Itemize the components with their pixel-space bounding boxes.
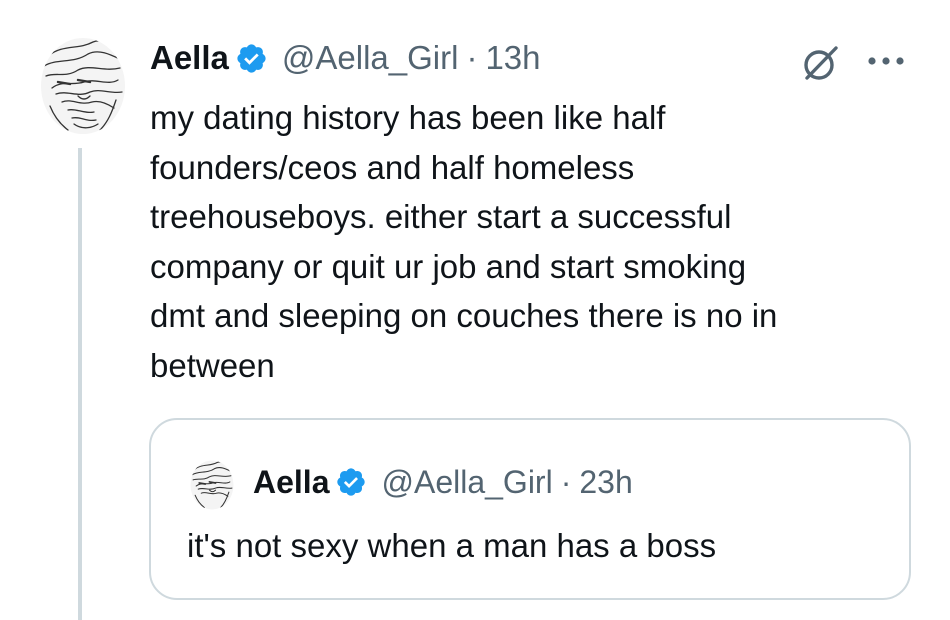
separator-dot: · [466,39,478,76]
quoted-tweet-header: Aella @Aella_Girl · 23h [253,460,633,504]
author-name[interactable]: Aella [150,36,229,80]
quoted-author-name[interactable]: Aella [253,460,329,504]
grok-icon[interactable] [800,42,842,84]
quoted-author-handle[interactable]: @Aella_Girl [381,460,552,504]
author-avatar[interactable] [38,36,128,136]
quoted-author-avatar [190,460,234,510]
verified-badge-icon [337,468,366,496]
tweet-timestamp[interactable]: 13h [485,36,540,80]
tweet-text: my dating history has been like half fou… [150,99,778,384]
tweet-header: Aella @Aella_Girl · 13h [150,36,541,80]
tweet-thread: Aella @Aella_Girl · 13h my dating histor… [0,0,950,620]
thread-connector-line [78,148,82,620]
author-handle[interactable]: @Aella_Girl [282,36,459,80]
quoted-tweet-card[interactable]: Aella @Aella_Girl · 23h it's not sexy wh… [149,418,911,600]
quoted-tweet-timestamp[interactable]: 23h [579,460,632,504]
more-options-icon[interactable] [862,46,910,76]
quoted-tweet-text: it's not sexy when a man has a boss [187,527,717,564]
separator-dot: · [560,464,572,500]
verified-badge-icon[interactable] [235,42,268,75]
